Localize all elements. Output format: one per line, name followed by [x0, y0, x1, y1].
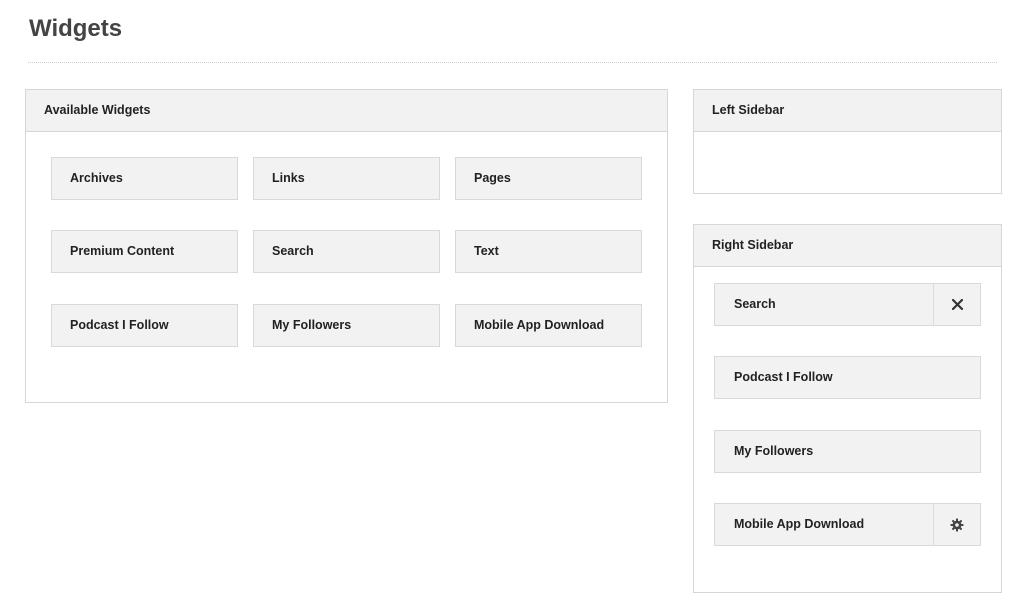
right-sidebar-item-my-followers[interactable]: My Followers	[714, 430, 981, 473]
page-title: Widgets	[29, 15, 123, 42]
widget-links[interactable]: Links	[253, 157, 440, 200]
widget-my-followers[interactable]: My Followers	[253, 304, 440, 347]
close-icon	[951, 299, 963, 310]
widget-text[interactable]: Text	[455, 230, 642, 273]
sidebar-item-label: My Followers	[734, 444, 814, 458]
widget-premium-content[interactable]: Premium Content	[51, 230, 238, 273]
widget-pages[interactable]: Pages	[455, 157, 642, 200]
available-widgets-panel: Available Widgets Archives Links Pages P…	[25, 89, 668, 403]
right-sidebar-item-podcast-i-follow[interactable]: Podcast I Follow	[714, 356, 981, 399]
settings-button[interactable]	[933, 504, 980, 545]
right-sidebar-panel: Right Sidebar Search Podcast I Follow My…	[693, 224, 1002, 593]
widget-archives[interactable]: Archives	[51, 157, 238, 200]
remove-button[interactable]	[933, 284, 980, 325]
left-sidebar-dropzone[interactable]	[694, 132, 1001, 193]
right-sidebar-item-search[interactable]: Search	[714, 283, 981, 326]
gear-icon	[950, 518, 964, 531]
right-sidebar-item-mobile-app-download[interactable]: Mobile App Download	[714, 503, 981, 546]
left-sidebar-header: Left Sidebar	[694, 90, 1001, 132]
sidebar-item-label: Search	[734, 297, 776, 311]
title-divider	[28, 62, 997, 63]
widget-podcast-i-follow[interactable]: Podcast I Follow	[51, 304, 238, 347]
widget-search[interactable]: Search	[253, 230, 440, 273]
left-sidebar-panel: Left Sidebar	[693, 89, 1002, 194]
available-widgets-header: Available Widgets	[26, 90, 667, 132]
sidebar-item-label: Mobile App Download	[734, 517, 865, 531]
right-sidebar-header: Right Sidebar	[694, 225, 1001, 267]
sidebar-item-label: Podcast I Follow	[734, 370, 833, 384]
widget-mobile-app-download[interactable]: Mobile App Download	[455, 304, 642, 347]
